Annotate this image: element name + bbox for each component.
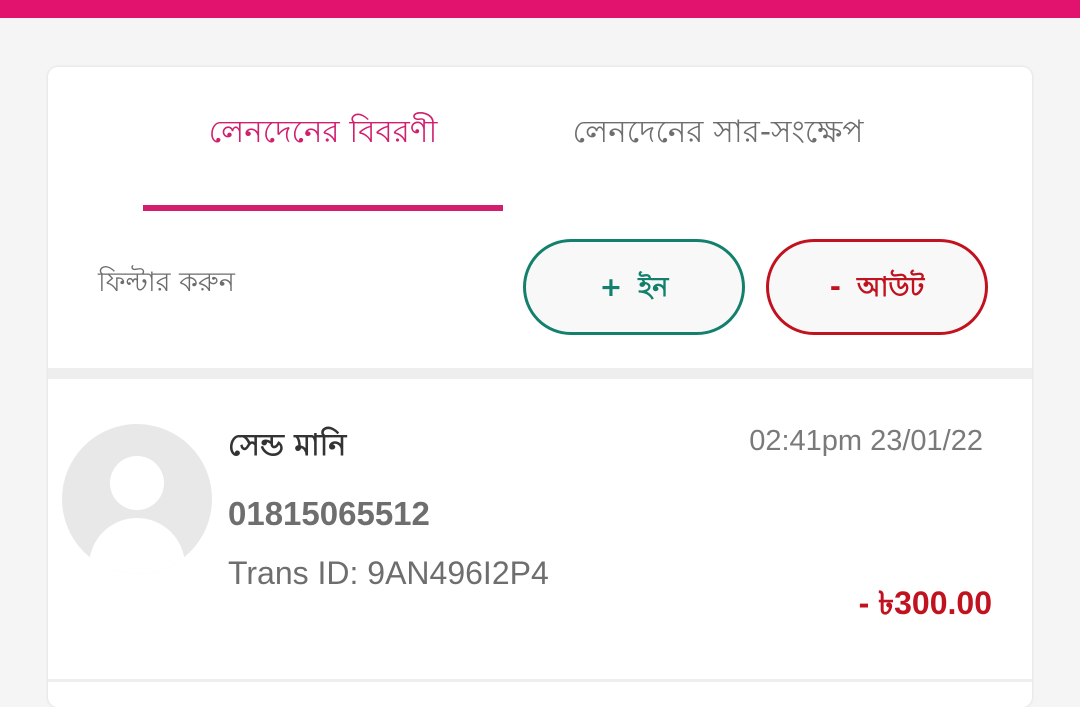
filter-label: ফিল্টার করুন xyxy=(98,267,235,298)
tab-transaction-summary[interactable]: লেনদেনের সার-সংক্ষেপ xyxy=(538,107,898,157)
tab-transaction-details[interactable]: লেনদেনের বিবরণী xyxy=(143,107,503,157)
transaction-account-number: 01815065512 xyxy=(228,495,430,532)
tab-bar: লেনদেনের বিবরণী লেনদেনের সার-সংক্ষেপ xyxy=(48,67,1032,212)
transaction-timestamp: 02:41pm 23/01/22 xyxy=(749,425,983,457)
transaction-type: সেন্ড মানি xyxy=(228,428,347,463)
active-tab-indicator xyxy=(143,205,503,211)
plus-icon: + xyxy=(599,272,623,303)
row-divider xyxy=(48,679,1032,682)
transaction-id: Trans ID: 9AN496I2P4 xyxy=(228,555,549,591)
transaction-row[interactable]: সেন্ড মানি 02:41pm 23/01/22 01815065512 … xyxy=(48,379,1032,679)
filter-out-button[interactable]: - আউট xyxy=(766,239,988,335)
top-brand-bar xyxy=(0,0,1080,18)
filter-in-label: ইন xyxy=(638,272,669,303)
transactions-card: লেনদেনের বিবরণী লেনদেনের সার-সংক্ষেপ ফিল… xyxy=(48,67,1032,707)
filter-in-button[interactable]: + ইন xyxy=(523,239,745,335)
filter-out-label: আউট xyxy=(856,272,925,303)
person-icon xyxy=(62,424,212,574)
transaction-amount: - ৳300.00 xyxy=(858,585,992,621)
minus-icon: - xyxy=(829,272,841,303)
section-divider xyxy=(48,368,1032,379)
